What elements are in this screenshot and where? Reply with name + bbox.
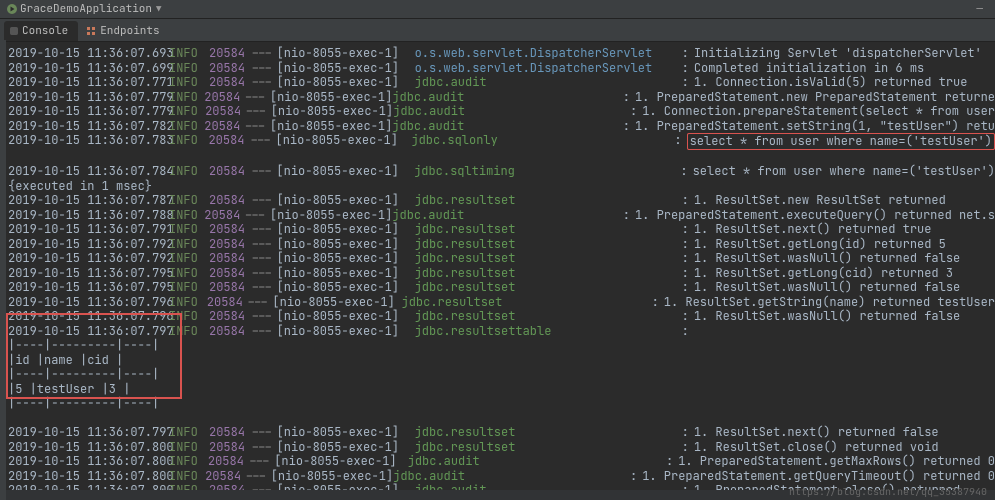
log-line: 2019-10-15 11:36:07.771INFO20584--- [nio… bbox=[8, 75, 995, 90]
minimize-icon[interactable]: — bbox=[976, 2, 983, 16]
log-line: 2019-10-15 11:36:07.800INFO20584--- [nio… bbox=[8, 469, 995, 484]
log-line: 2019-10-15 11:36:07.779INFO20584--- [nio… bbox=[8, 104, 995, 119]
log-line: 2019-10-15 11:36:07.800INFO20584--- [nio… bbox=[8, 454, 995, 469]
run-config-icon bbox=[6, 3, 18, 15]
ide-window: GraceDemoApplication ▼ — Console Endpoin… bbox=[0, 0, 995, 500]
log-line: 2019-10-15 11:36:07.782INFO20584--- [nio… bbox=[8, 119, 995, 134]
log-line: 2019-10-15 11:36:07.693INFO20584--- [nio… bbox=[8, 46, 995, 61]
chevron-down-icon[interactable]: ▼ bbox=[156, 3, 161, 15]
console-icon bbox=[10, 27, 18, 35]
result-table-row: |----|---------|----| bbox=[8, 367, 995, 382]
console-tab-bar: Console Endpoints bbox=[0, 19, 995, 42]
log-line: 2019-10-15 11:36:07.787INFO20584--- [nio… bbox=[8, 193, 995, 208]
log-line: 2019-10-15 11:36:07.788INFO20584--- [nio… bbox=[8, 208, 995, 223]
tab-endpoints-label: Endpoints bbox=[100, 24, 159, 38]
result-table-row: |5 |testUser |3 | bbox=[8, 382, 995, 397]
log-line: 2019-10-15 11:36:07.792INFO20584--- [nio… bbox=[8, 237, 995, 252]
log-line: 2019-10-15 11:36:07.783INFO20584--- [nio… bbox=[8, 133, 995, 150]
log-line: 2019-10-15 11:36:07.796INFO20584--- [nio… bbox=[8, 295, 995, 310]
tab-console-label: Console bbox=[22, 24, 68, 38]
log-line: 2019-10-15 11:36:07.779INFO20584--- [nio… bbox=[8, 90, 995, 105]
result-table-row: |----|---------|----| bbox=[8, 338, 995, 353]
result-table-row: |id |name |cid | bbox=[8, 353, 995, 368]
log-line: 2019-10-15 11:36:07.791INFO20584--- [nio… bbox=[8, 222, 995, 237]
run-config-name: GraceDemoApplication bbox=[20, 2, 152, 16]
log-line: 2019-10-15 11:36:07.792INFO20584--- [nio… bbox=[8, 251, 995, 266]
log-line: 2019-10-15 11:36:07.784INFO20584--- [nio… bbox=[8, 164, 995, 179]
endpoints-icon bbox=[86, 26, 96, 36]
log-line: 2019-10-15 11:36:07.796INFO20584--- [nio… bbox=[8, 309, 995, 324]
console-output[interactable]: 2019-10-15 11:36:07.693INFO20584--- [nio… bbox=[0, 42, 995, 490]
log-line: 2019-10-15 11:36:07.797INFO20584--- [nio… bbox=[8, 425, 995, 440]
log-line: 2019-10-15 11:36:07.795INFO20584--- [nio… bbox=[8, 280, 995, 295]
log-line: 2019-10-15 11:36:07.797INFO20584--- [nio… bbox=[8, 324, 995, 339]
tab-console[interactable]: Console bbox=[4, 21, 78, 41]
log-line: 2019-10-15 11:36:07.800INFO20584--- [nio… bbox=[8, 440, 995, 455]
result-table-row: |----|---------|----| bbox=[8, 396, 995, 411]
tool-window-titlebar[interactable]: GraceDemoApplication ▼ — bbox=[0, 0, 995, 19]
log-line: 2019-10-15 11:36:07.699INFO20584--- [nio… bbox=[8, 61, 995, 76]
watermark-text: https://blog.csdn.net/qq_35387940 bbox=[789, 485, 987, 498]
tab-endpoints[interactable]: Endpoints bbox=[80, 21, 169, 41]
log-line: 2019-10-15 11:36:07.795INFO20584--- [nio… bbox=[8, 266, 995, 281]
